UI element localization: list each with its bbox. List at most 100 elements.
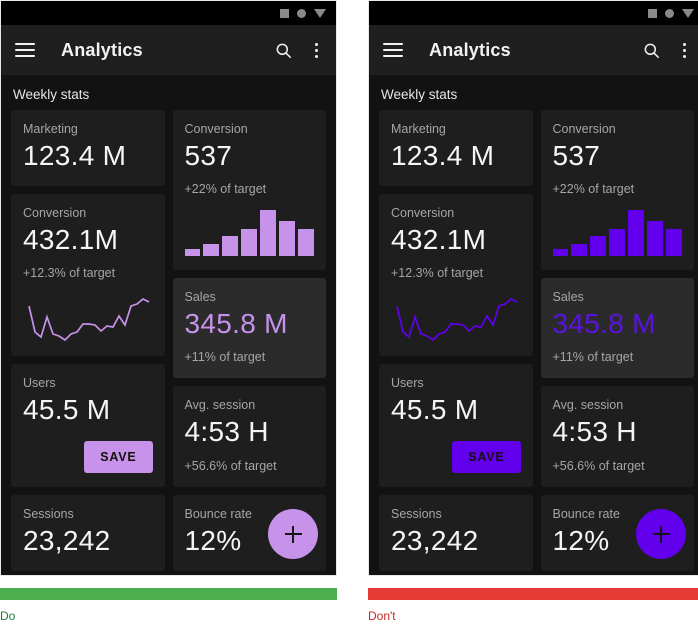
bar <box>298 229 314 257</box>
circle-icon <box>665 8 674 18</box>
card-avg-session[interactable]: Avg. session 4:53 H +56.6% of target <box>172 386 326 487</box>
circle-icon <box>297 8 306 18</box>
card-value: 432.1M <box>391 224 487 256</box>
card-subtext: +56.6% of target <box>184 458 277 473</box>
card-subtext: +11% of target <box>184 350 266 365</box>
card-label: Marketing <box>391 122 446 136</box>
plus-icon <box>652 525 670 543</box>
card-label: Users <box>23 376 56 391</box>
do-rule-bar <box>0 588 337 600</box>
save-button[interactable]: SAVE <box>84 440 153 473</box>
add-fab-button[interactable] <box>268 509 318 559</box>
card-value: 23,242 <box>391 524 479 556</box>
more-vert-icon[interactable] <box>679 41 690 60</box>
card-column-left: Marketing 123.4 M Conversion 432.1M +12.… <box>379 110 533 571</box>
card-avg-session[interactable]: Avg. session 4:53 H +56.6% of target <box>540 386 694 487</box>
card-subtext: +56.6% of target <box>552 458 645 473</box>
section-title: Weekly stats <box>13 87 90 102</box>
card-label: Conversion <box>23 206 87 221</box>
triangle-down-icon <box>314 8 326 18</box>
card-value: 123.4 M <box>391 140 495 171</box>
card-sessions[interactable]: Sessions 23,242 <box>11 494 165 571</box>
card-grid: Marketing 123.4 M Conversion 432.1M +12.… <box>379 110 694 571</box>
search-icon[interactable] <box>274 41 293 60</box>
card-subtext: +11% of target <box>552 350 634 365</box>
card-value: 432.1M <box>23 224 119 256</box>
sparkline-chart <box>396 298 518 342</box>
phone-mock-do: Analytics Weekly stats Marketing 123.4 M… <box>0 0 337 576</box>
more-vert-icon[interactable] <box>311 41 322 60</box>
card-subtext: +12.3% of target <box>391 266 484 281</box>
search-icon[interactable] <box>642 41 661 60</box>
card-value: 345.8 M <box>552 308 656 340</box>
card-label: Sessions <box>391 506 442 521</box>
card-users[interactable]: Users 45.5 M SAVE <box>11 364 165 487</box>
card-actions: SAVE <box>23 440 153 473</box>
dont-panel: Analytics Weekly stats Marketing 123.4 M… <box>368 0 698 623</box>
card-label: Avg. session <box>184 398 256 413</box>
hamburger-menu-icon[interactable] <box>383 43 403 57</box>
save-button[interactable]: SAVE <box>452 440 521 473</box>
card-label: Marketing <box>23 122 78 136</box>
card-label: Conversion <box>552 122 616 136</box>
bar-chart <box>552 208 683 257</box>
card-value: 345.8 M <box>184 308 288 340</box>
card-label: Sales <box>552 290 584 305</box>
card-label: Users <box>391 376 424 391</box>
dashboard-content: Weekly stats Marketing 123.4 M Conversio… <box>1 75 336 575</box>
card-label: Sessions <box>23 506 74 521</box>
bar <box>203 243 220 257</box>
card-value: 537 <box>184 140 233 171</box>
app-bar-actions <box>274 41 322 60</box>
card-sales[interactable]: Sales 345.8 M +11% of target <box>172 278 326 379</box>
sparkline-chart <box>28 298 150 342</box>
card-column-right: Conversion 537 +22% of target Sales 345.… <box>172 110 326 571</box>
status-bar <box>1 1 336 25</box>
card-conversion-bars[interactable]: Conversion 537 +22% of target <box>172 110 326 271</box>
card-value: 45.5 M <box>23 394 111 426</box>
card-subtext: +12.3% of target <box>23 266 116 281</box>
card-marketing[interactable]: Marketing 123.4 M <box>11 110 165 187</box>
page-title: Analytics <box>61 39 143 60</box>
bar <box>241 229 258 257</box>
bar <box>628 210 645 257</box>
card-marketing[interactable]: Marketing 123.4 M <box>379 110 533 187</box>
card-value: 4:53 H <box>552 416 637 448</box>
square-icon <box>280 8 289 18</box>
bar <box>184 249 201 257</box>
card-sales[interactable]: Sales 345.8 M +11% of target <box>540 278 694 379</box>
bar <box>222 236 239 257</box>
card-label: Conversion <box>391 206 455 221</box>
card-users[interactable]: Users 45.5 M SAVE <box>379 364 533 487</box>
add-fab-button[interactable] <box>636 509 686 559</box>
dashboard-content: Weekly stats Marketing 123.4 M Conversio… <box>369 75 698 575</box>
card-value: 45.5 M <box>391 394 479 426</box>
card-actions: SAVE <box>391 440 521 473</box>
card-value: 537 <box>552 140 601 171</box>
page-title: Analytics <box>429 39 511 60</box>
dont-rule-bar <box>368 588 698 600</box>
app-bar: Analytics <box>1 25 336 75</box>
do-panel: Analytics Weekly stats Marketing 123.4 M… <box>0 0 337 623</box>
card-conversion-bars[interactable]: Conversion 537 +22% of target <box>540 110 694 271</box>
card-label: Avg. session <box>552 398 624 413</box>
card-value: 4:53 H <box>184 416 269 448</box>
square-icon <box>648 8 657 18</box>
bar <box>571 243 588 257</box>
app-bar-actions <box>642 41 690 60</box>
do-caption: Do <box>0 609 16 623</box>
card-sessions[interactable]: Sessions 23,242 <box>379 494 533 571</box>
card-conversion-trend[interactable]: Conversion 432.1M +12.3% of target <box>379 194 533 357</box>
card-value: 23,242 <box>23 524 111 556</box>
hamburger-menu-icon[interactable] <box>15 43 35 57</box>
bar <box>552 249 569 257</box>
card-value: 123.4 M <box>23 140 127 171</box>
card-column-left: Marketing 123.4 M Conversion 432.1M +12.… <box>11 110 165 571</box>
card-subtext: +22% of target <box>184 182 267 197</box>
card-conversion-trend[interactable]: Conversion 432.1M +12.3% of target <box>11 194 165 357</box>
section-title: Weekly stats <box>381 87 458 102</box>
comparison-stage: Analytics Weekly stats Marketing 123.4 M… <box>0 0 698 640</box>
card-subtext: +22% of target <box>552 182 635 197</box>
bar <box>279 220 296 257</box>
card-column-right: Conversion 537 +22% of target Sales 345.… <box>540 110 694 571</box>
